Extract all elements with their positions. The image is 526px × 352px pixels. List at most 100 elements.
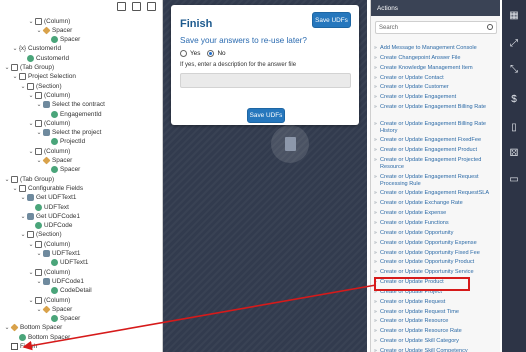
tree-node-label: (Tab Group) [20,175,55,183]
action-item[interactable]: » Create Knowledge Management Item [374,64,498,72]
calendar-icon[interactable]: ▦ [507,8,521,22]
action-item-label: Create or Update Engagement Billing Rate [380,104,487,111]
expand-toggle-icon[interactable]: ⌄ [36,129,42,136]
collapse-all-icon[interactable] [117,2,126,11]
currency-icon[interactable]: $ [507,92,521,106]
expand-toggle-icon[interactable]: ⌄ [20,194,26,201]
tree-node-label: UDFText1 [60,259,89,267]
expand-toggle-icon[interactable]: ⌄ [28,241,34,248]
search-placeholder: Search [379,24,399,31]
expand-toggle-icon[interactable]: ⌄ [12,73,18,80]
action-item[interactable]: » Create or Update Customer [374,84,498,91]
expand-toggle-icon[interactable]: ⌄ [20,83,26,90]
tree-node-label: (Column) [44,296,71,304]
actions-header: Actions [371,0,500,16]
action-item-label: Create or Update Request Time [380,308,459,315]
action-item[interactable]: » Create or Update Exchange Rate [374,200,498,207]
expand-toggle-icon[interactable]: ⌄ [4,324,10,331]
action-bullet-icon: » [374,104,377,111]
action-item[interactable]: » Create or Update Engagement Projected R… [374,157,498,171]
expand-toggle-icon[interactable]: ⌄ [36,101,42,108]
expand-toggle-icon[interactable]: ⌄ [36,306,42,313]
action-item[interactable]: » Create or Update Engagement RequestSLA [374,190,498,197]
save-udfs-button-bottom[interactable]: Save UDFs [247,108,285,123]
action-item[interactable]: » Create or Update Opportunity Product [374,259,498,266]
expand-toggle-icon[interactable]: ⌄ [4,176,10,183]
expand-toggle-icon[interactable]: ⌄ [12,185,18,192]
action-bullet-icon: » [374,219,377,226]
answer-file-description-input[interactable] [180,73,351,88]
expand-toggle-icon[interactable]: ⌄ [12,45,18,52]
action-item[interactable]: » Create or Update Resource [374,318,498,325]
action-item-label: Create or Update Resource Rate [380,328,462,335]
expand-toggle-icon[interactable]: ⌄ [36,250,42,257]
collapse-icon[interactable]: ⤡ [507,62,521,76]
tree-node[interactable]: Finish [4,342,37,352]
action-item[interactable]: » Create or Update Skill Competency [374,348,498,352]
expand-toggle-icon[interactable]: ⌄ [28,297,34,304]
action-item[interactable]: » Add Message to Management Console [374,45,498,52]
form-tree-panel: ⌄ (Column) ⌄ Spacer Spacer ⌄ {x} CustomerId Cust… [0,0,163,352]
expand-toggle-icon[interactable]: ⌄ [28,148,34,155]
action-item-label: Create or Update Skill Competency [380,348,468,352]
action-item-label: Create or Update Engagement FixedFee [380,137,482,144]
folder-icon[interactable]: ▭ [507,172,521,186]
action-item[interactable]: » Create or Update Engagement Product [374,147,498,154]
save-udfs-button-top[interactable]: Save UDFs [312,12,351,28]
dialog-subtitle: Save your answers to re-use later? [180,36,307,45]
expand-toggle-icon[interactable]: ⌄ [28,92,34,99]
document-icon[interactable]: ▯ [507,120,521,134]
container-icon [27,82,34,90]
action-item[interactable]: » Create or Update Skill Category [374,338,498,345]
variable-icon [51,166,58,174]
action-item[interactable]: » Create or Update Engagement Billing Rat… [374,121,498,135]
expand-toggle-icon[interactable]: ⌄ [28,18,34,25]
expand-toggle-icon[interactable]: ⌄ [28,120,34,127]
container-icon [11,175,18,183]
action-item[interactable]: » Create or Update Engagement FixedFee [374,137,498,144]
expand-toggle-icon[interactable]: ⌄ [36,157,42,164]
copy-icon[interactable] [132,2,141,11]
action-item-label: Create Changepoint Answer File [380,54,461,61]
action-item-label: Create or Update Request [380,298,446,305]
yes-radio[interactable] [180,50,187,57]
action-item[interactable]: » Create or Update Opportunity Service [374,269,498,276]
tree-node-label: Spacer [60,166,81,174]
action-item[interactable]: » Create or Update Opportunity [374,230,498,237]
action-item[interactable]: » Create or Update Engagement [374,94,498,101]
tree-node-label: (Column) [44,268,71,276]
data-source-icon [43,101,50,109]
action-item-label: Create Knowledge Management Item [380,64,473,71]
expand-toggle-icon[interactable]: ⌄ [20,231,26,238]
action-item[interactable]: » Create or Update Expense [374,210,498,217]
expand-toggle-icon[interactable]: ⌄ [20,213,26,220]
variable-icon [51,110,58,118]
action-item[interactable]: » Create or Update Opportunity Expense [374,240,498,247]
container-icon [35,119,42,127]
action-item[interactable]: » Create or Update Request [374,298,498,306]
action-item[interactable]: » Create or Update Resource Rate [374,328,498,335]
action-item[interactable]: » Create Changepoint Answer File [374,54,498,62]
action-item[interactable]: » Create or Update Request Time [374,308,498,316]
expand-toggle-icon[interactable]: ⌄ [36,27,42,34]
paste-icon[interactable] [147,2,156,11]
action-item[interactable]: » Create or Update Opportunity Fixed Fee [374,250,498,257]
action-bullet-icon: » [374,298,377,305]
action-item[interactable]: » Create or Update Engagement Billing Rat… [374,104,498,111]
expand-toggle-icon[interactable]: ⌄ [28,269,34,276]
expand-toggle-icon[interactable]: ⌄ [36,278,42,285]
no-radio[interactable] [207,50,215,57]
action-item[interactable]: » Create or Update Functions [374,220,498,227]
tree-node-label: Spacer [52,157,73,164]
action-item[interactable]: » Create or Update Engagement Request Pro… [374,174,498,188]
action-item[interactable]: » Create or Update Contact [374,75,498,82]
dice-icon[interactable]: ⚄ [507,146,521,160]
page-icon [11,343,18,350]
tree-node-label: Finish [20,343,38,350]
tree-node-label: Select the contract [52,101,105,109]
expand-icon[interactable]: ⤢ [507,36,521,50]
expand-toggle-icon[interactable]: ⌄ [4,64,10,71]
description-hint: If yes, enter a description for the answ… [180,62,297,68]
actions-search-input[interactable]: Search [375,21,497,34]
container-icon [35,296,42,304]
